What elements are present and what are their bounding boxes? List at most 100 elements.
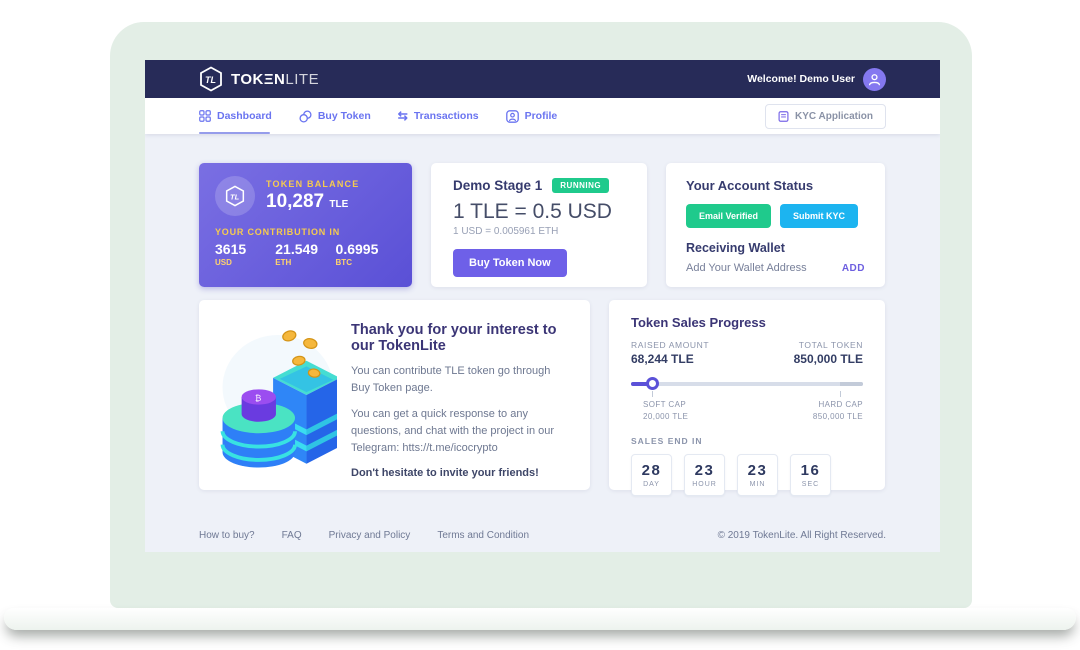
raised-amount-label: RAISED AMOUNT xyxy=(631,340,709,350)
add-wallet-link[interactable]: ADD xyxy=(842,263,865,274)
total-token-block: TOTAL TOKEN 850,000 TLE xyxy=(794,340,863,366)
logo-text: TOKΞNLITE xyxy=(231,71,319,88)
coins-icon xyxy=(299,110,312,123)
thank-you-card: ₿ Thank you for your interest to our Tok… xyxy=(199,300,590,490)
sales-progress-slider xyxy=(631,377,863,390)
token-stage-card: Demo Stage 1 RUNNING 1 TLE = 0.5 USD 1 U… xyxy=(431,163,647,287)
total-token-value: 850,000 TLE xyxy=(794,352,863,366)
submit-kyc-badge[interactable]: Submit KYC xyxy=(780,204,858,228)
token-balance-card: TL TOKEN BALANCE 10,287 TLE YOUR CONTRIB… xyxy=(199,163,412,287)
footer-link-how-to-buy[interactable]: How to buy? xyxy=(199,530,255,541)
balance-value: 10,287 xyxy=(266,191,324,212)
footer: How to buy? FAQ Privacy and Policy Terms… xyxy=(199,530,886,541)
soft-cap-label: SOFT CAP xyxy=(643,399,688,411)
tokenlite-logo[interactable]: TL TOKΞNLITE xyxy=(199,66,319,92)
countdown-sec-value: 16 xyxy=(801,462,821,479)
tab-transactions-label: Transactions xyxy=(414,110,479,122)
kyc-application-label: KYC Application xyxy=(795,111,873,122)
balance-unit: TLE xyxy=(329,199,348,210)
kyc-application-button[interactable]: KYC Application xyxy=(765,104,886,129)
logo-text-light: LITE xyxy=(285,71,319,88)
invite-friends-note: Don't hesitate to invite your friends! xyxy=(351,467,568,479)
token-balance-label: TOKEN BALANCE xyxy=(266,179,359,189)
coins-illustration: ₿ xyxy=(213,320,337,472)
screen: TL TOKΞNLITE Welcome! Demo User xyxy=(145,60,940,552)
contribution-btc: 0.6995 BTC xyxy=(336,241,396,267)
laptop-base xyxy=(4,608,1076,630)
hardcap-tick xyxy=(840,391,841,397)
transfer-arrows-icon: ⇆ xyxy=(398,110,408,122)
token-sales-progress-card: Token Sales Progress RAISED AMOUNT 68,24… xyxy=(609,300,885,490)
countdown-hour-value: 23 xyxy=(695,462,715,479)
svg-text:TL: TL xyxy=(230,192,240,201)
countdown-hour-unit: HOUR xyxy=(692,481,717,488)
copyright-text: © 2019 TokenLite. All Right Reserved. xyxy=(718,530,886,541)
dashboard-icon xyxy=(199,110,211,122)
total-token-label: TOTAL TOKEN xyxy=(794,340,863,350)
footer-link-terms[interactable]: Terms and Condition xyxy=(437,530,529,541)
logo-text-bold: TOKΞN xyxy=(231,71,285,88)
wallet-address-text: Add Your Wallet Address xyxy=(686,262,807,274)
contribution-usd-currency: USD xyxy=(215,258,275,267)
contribution-usd: 3615 USD xyxy=(215,241,275,267)
laptop-frame: TL TOKΞNLITE Welcome! Demo User xyxy=(110,22,972,608)
tab-transactions[interactable]: ⇆ Transactions xyxy=(398,98,479,134)
nav-bar: Dashboard Buy Token ⇆ Transactions xyxy=(145,98,940,134)
tab-buy-token[interactable]: Buy Token xyxy=(299,98,371,134)
footer-link-faq[interactable]: FAQ xyxy=(282,530,302,541)
contribution-label: YOUR CONTRIBUTION IN xyxy=(215,227,396,237)
softcap-tick xyxy=(652,391,653,397)
countdown-sec-box: 16 SEC xyxy=(790,454,831,496)
tab-dashboard[interactable]: Dashboard xyxy=(199,98,272,134)
svg-text:TL: TL xyxy=(205,75,216,85)
svg-text:₿: ₿ xyxy=(255,393,261,403)
countdown-min-box: 23 MIN xyxy=(737,454,778,496)
main-content: TL TOKEN BALANCE 10,287 TLE YOUR CONTRIB… xyxy=(145,134,940,541)
token-sub-rate: 1 USD = 0.005961 ETH xyxy=(453,226,625,237)
thank-you-paragraph-1: You can contribute TLE token go through … xyxy=(351,363,568,397)
avatar[interactable] xyxy=(863,68,886,91)
soft-cap-block: SOFT CAP 20,000 TLE xyxy=(631,399,688,423)
kyc-document-icon xyxy=(778,111,789,122)
progress-hardcap-segment xyxy=(840,382,863,386)
detail-row: ₿ Thank you for your interest to our Tok… xyxy=(199,300,886,490)
countdown-day-box: 28 DAY xyxy=(631,454,672,496)
user-menu[interactable]: Welcome! Demo User xyxy=(747,68,886,91)
account-status-title: Your Account Status xyxy=(686,178,865,193)
hexagon-logo-icon: TL xyxy=(199,66,223,92)
countdown-min-value: 23 xyxy=(748,462,768,479)
token-balance-amount: 10,287 TLE xyxy=(266,191,359,213)
countdown-min-unit: MIN xyxy=(750,481,766,488)
contribution-usd-value: 3615 xyxy=(215,241,275,257)
running-status-badge: RUNNING xyxy=(552,178,609,193)
thank-you-paragraph-2: You can get a quick response to any ques… xyxy=(351,406,568,457)
thank-you-title: Thank you for your interest to our Token… xyxy=(351,322,568,354)
hard-cap-label: HARD CAP xyxy=(813,399,863,411)
contribution-btc-currency: BTC xyxy=(336,258,396,267)
sales-end-label: SALES END IN xyxy=(631,436,863,446)
receiving-wallet-title: Receiving Wallet xyxy=(686,241,865,255)
profile-icon xyxy=(506,110,519,123)
countdown-day-value: 28 xyxy=(642,462,662,479)
contribution-values: 3615 USD 21.549 ETH 0.6995 BTC xyxy=(215,241,396,267)
contribution-eth: 21.549 ETH xyxy=(275,241,335,267)
contribution-eth-currency: ETH xyxy=(275,258,335,267)
contribution-eth-value: 21.549 xyxy=(275,241,335,257)
email-verified-badge[interactable]: Email Verified xyxy=(686,204,771,228)
progress-knob[interactable] xyxy=(646,377,659,390)
hard-cap-value: 850,000 TLE xyxy=(813,411,863,423)
tab-buy-token-label: Buy Token xyxy=(318,110,371,122)
raised-amount-value: 68,244 TLE xyxy=(631,352,709,366)
footer-link-privacy[interactable]: Privacy and Policy xyxy=(329,530,411,541)
countdown-day-unit: DAY xyxy=(643,481,660,488)
summary-row: TL TOKEN BALANCE 10,287 TLE YOUR CONTRIB… xyxy=(199,163,886,287)
progress-track xyxy=(631,382,863,386)
token-rate: 1 TLE = 0.5 USD xyxy=(453,200,625,224)
tab-profile[interactable]: Profile xyxy=(506,98,558,134)
stage-title: Demo Stage 1 xyxy=(453,178,542,193)
contribution-btc-value: 0.6995 xyxy=(336,241,396,257)
buy-token-now-button[interactable]: Buy Token Now xyxy=(453,249,567,277)
countdown-sec-unit: SEC xyxy=(802,481,819,488)
countdown-hour-box: 23 HOUR xyxy=(684,454,725,496)
top-bar: TL TOKΞNLITE Welcome! Demo User xyxy=(145,60,940,98)
